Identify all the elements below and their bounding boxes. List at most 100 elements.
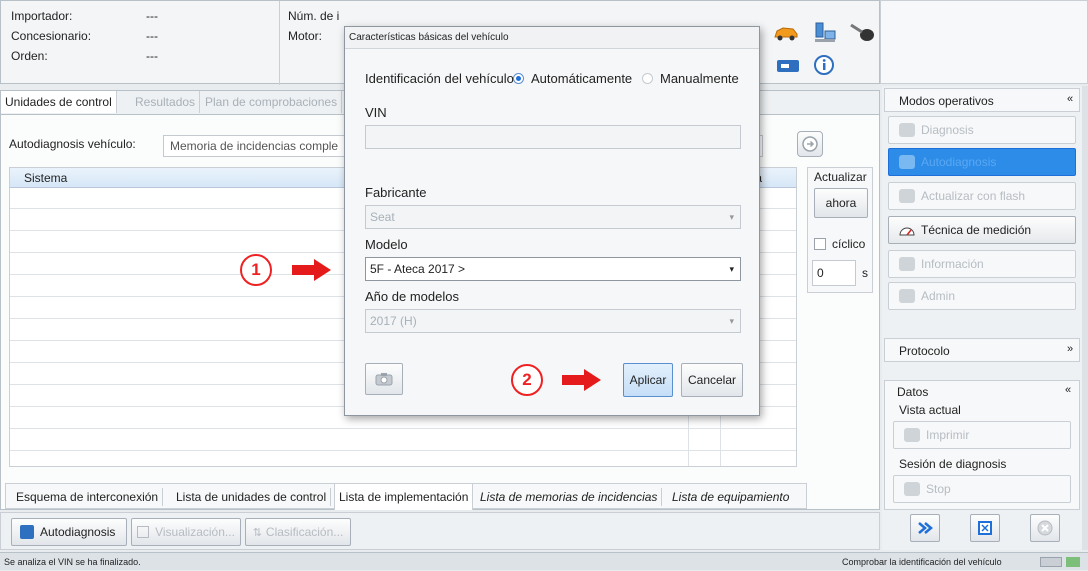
actualizar-title: Actualizar xyxy=(814,170,867,184)
mode-admin-label: Admin xyxy=(921,289,956,303)
tab-esquema-interconexion[interactable]: Esquema de interconexión xyxy=(12,488,164,506)
cancel-circle-button[interactable] xyxy=(1030,514,1060,542)
mode-informacion-label: Información xyxy=(921,257,984,271)
tab-lista-equipamiento[interactable]: Lista de equipamiento xyxy=(668,488,793,506)
sort-icon: ⇅ xyxy=(252,526,262,539)
visualizacion-button[interactable]: Visualización... xyxy=(131,518,241,546)
datos-title: Datos xyxy=(897,385,929,399)
actualizar-box: Actualizar ahora cíclico 0 s xyxy=(807,167,873,293)
interval-input[interactable]: 0 xyxy=(812,260,856,286)
diagnosis-icon xyxy=(899,123,915,137)
arrow-right-circle-icon xyxy=(802,136,818,152)
header-divider xyxy=(279,1,280,85)
radio-automatico-label: Automáticamente xyxy=(531,71,633,86)
importador-value: --- xyxy=(146,9,158,23)
protocolo-title: Protocolo xyxy=(899,344,950,358)
mode-diagnosis-label: Diagnosis xyxy=(921,123,974,137)
mode-admin[interactable]: Admin xyxy=(888,282,1076,310)
dialog-titlebar: Características básicas del vehículo xyxy=(345,27,759,49)
clasificacion-button[interactable]: ⇅ Clasificación... xyxy=(245,518,351,546)
status-right: Comprobar la identificación del vehículo xyxy=(842,557,1002,567)
sidebar-scrollbar[interactable] xyxy=(1082,86,1088,550)
annotation-arrow-1-icon xyxy=(292,259,331,281)
autodiagnosis-icon xyxy=(20,525,34,539)
mode-actualizar-flash[interactable]: Actualizar con flash xyxy=(888,182,1076,210)
motor-label: Motor: xyxy=(288,29,323,43)
tab-resultados[interactable]: Resultados xyxy=(131,91,201,113)
ciclico-checkbox[interactable] xyxy=(814,238,826,250)
forward-button[interactable] xyxy=(910,514,940,542)
tab-lista-memorias-incidencias[interactable]: Lista de memorias de incidencias xyxy=(476,488,663,506)
chevron-down-icon: ▾ xyxy=(729,316,734,326)
info-icon[interactable] xyxy=(814,55,834,75)
stop-button[interactable]: Stop xyxy=(893,475,1071,503)
status-indicator-icon xyxy=(1040,557,1062,567)
vista-actual-label: Vista actual xyxy=(899,403,961,417)
mode-actualizar-flash-label: Actualizar con flash xyxy=(921,189,1026,203)
modelo-select[interactable]: 5F - Ateca 2017 > ▾ xyxy=(365,257,741,281)
mode-diagnosis[interactable]: Diagnosis xyxy=(888,116,1076,144)
autodiag-select-value: Memoria de incidencias comple xyxy=(170,139,339,153)
orden-value: --- xyxy=(146,49,158,63)
interval-unit: s xyxy=(862,266,868,280)
cancelar-button[interactable]: Cancelar xyxy=(681,363,743,397)
car-icon[interactable] xyxy=(773,25,799,41)
autodiag-go-button[interactable] xyxy=(797,131,823,157)
visualizacion-button-label: Visualización... xyxy=(155,525,235,539)
imprimir-button[interactable]: Imprimir xyxy=(893,421,1071,449)
stop-label: Stop xyxy=(926,482,951,496)
collapse-down-icon[interactable]: » xyxy=(1067,343,1073,355)
ciclico-label: cíclico xyxy=(832,237,866,251)
col-sistema: Sistema xyxy=(24,171,68,185)
stop-icon xyxy=(904,482,920,496)
printer-icon xyxy=(904,428,920,442)
fabricante-value: Seat xyxy=(370,210,395,224)
modos-header[interactable]: Modos operativos « xyxy=(884,88,1080,112)
concesionario-value: --- xyxy=(146,29,158,43)
vin-label: VIN xyxy=(365,105,387,120)
num-ident-label: Núm. de i xyxy=(288,9,340,23)
actualizar-ahora-button[interactable]: ahora xyxy=(814,188,868,218)
anio-select[interactable]: 2017 (H) ▾ xyxy=(365,309,741,333)
tab-lista-implementacion[interactable]: Lista de implementación xyxy=(334,484,474,510)
fit-frame-icon xyxy=(978,521,992,535)
collapse-up-icon[interactable]: « xyxy=(1067,93,1073,105)
interface-adapter-icon[interactable] xyxy=(776,57,800,75)
modelo-label: Modelo xyxy=(365,237,408,252)
camera-button[interactable] xyxy=(365,363,403,395)
mode-tecnica-medicion-label: Técnica de medición xyxy=(921,223,1032,237)
status-bar: Se analiza el VIN se ha finalizado. Comp… xyxy=(0,552,1088,570)
network-computer-icon[interactable] xyxy=(813,21,837,45)
tab-plan-de-comprobaciones[interactable]: Plan de comprobaciones xyxy=(201,91,343,113)
tab-lista-unidades-control[interactable]: Lista de unidades de control xyxy=(172,488,332,506)
anio-value: 2017 (H) xyxy=(370,314,417,328)
annotation-arrow-2-icon xyxy=(562,369,601,391)
vehicle-characteristics-dialog: Características básicas del vehículo Ide… xyxy=(344,26,760,416)
aplicar-button[interactable]: Aplicar xyxy=(623,363,673,397)
diagnostic-probe-icon[interactable] xyxy=(847,23,875,43)
mode-informacion[interactable]: Información xyxy=(888,250,1076,278)
datos-collapse-icon[interactable]: « xyxy=(1065,384,1071,396)
autodiagnosis-button[interactable]: Autodiagnosis xyxy=(11,518,127,546)
mode-autodiagnosis-label: Autodiagnosis xyxy=(921,155,997,169)
autodiag-label: Autodiagnosis vehículo: xyxy=(9,137,136,151)
autodiagnosis-mode-icon xyxy=(899,155,915,169)
camera-icon xyxy=(375,373,393,386)
double-chevron-right-icon xyxy=(918,522,933,534)
tab-unidades-de-control[interactable]: Unidades de control xyxy=(1,91,117,113)
mode-tecnica-medicion[interactable]: Técnica de medición xyxy=(888,216,1076,244)
anio-label: Año de modelos xyxy=(365,289,459,304)
importador-label: Importador: xyxy=(11,9,73,23)
modos-title: Modos operativos xyxy=(899,94,994,108)
mode-autodiagnosis[interactable]: Autodiagnosis xyxy=(888,148,1076,176)
fabricante-select[interactable]: Seat ▾ xyxy=(365,205,741,229)
clasificacion-button-label: Clasificación... xyxy=(265,525,344,539)
vin-input[interactable] xyxy=(365,125,741,149)
radio-automatico[interactable] xyxy=(513,73,524,84)
annotation-2: 2 xyxy=(511,364,543,396)
autodiagnosis-button-label: Autodiagnosis xyxy=(40,525,116,539)
status-left: Se analiza el VIN se ha finalizado. xyxy=(4,557,141,567)
fit-view-button[interactable] xyxy=(970,514,1000,542)
radio-manual[interactable] xyxy=(642,73,653,84)
protocolo-header[interactable]: Protocolo » xyxy=(884,338,1080,362)
